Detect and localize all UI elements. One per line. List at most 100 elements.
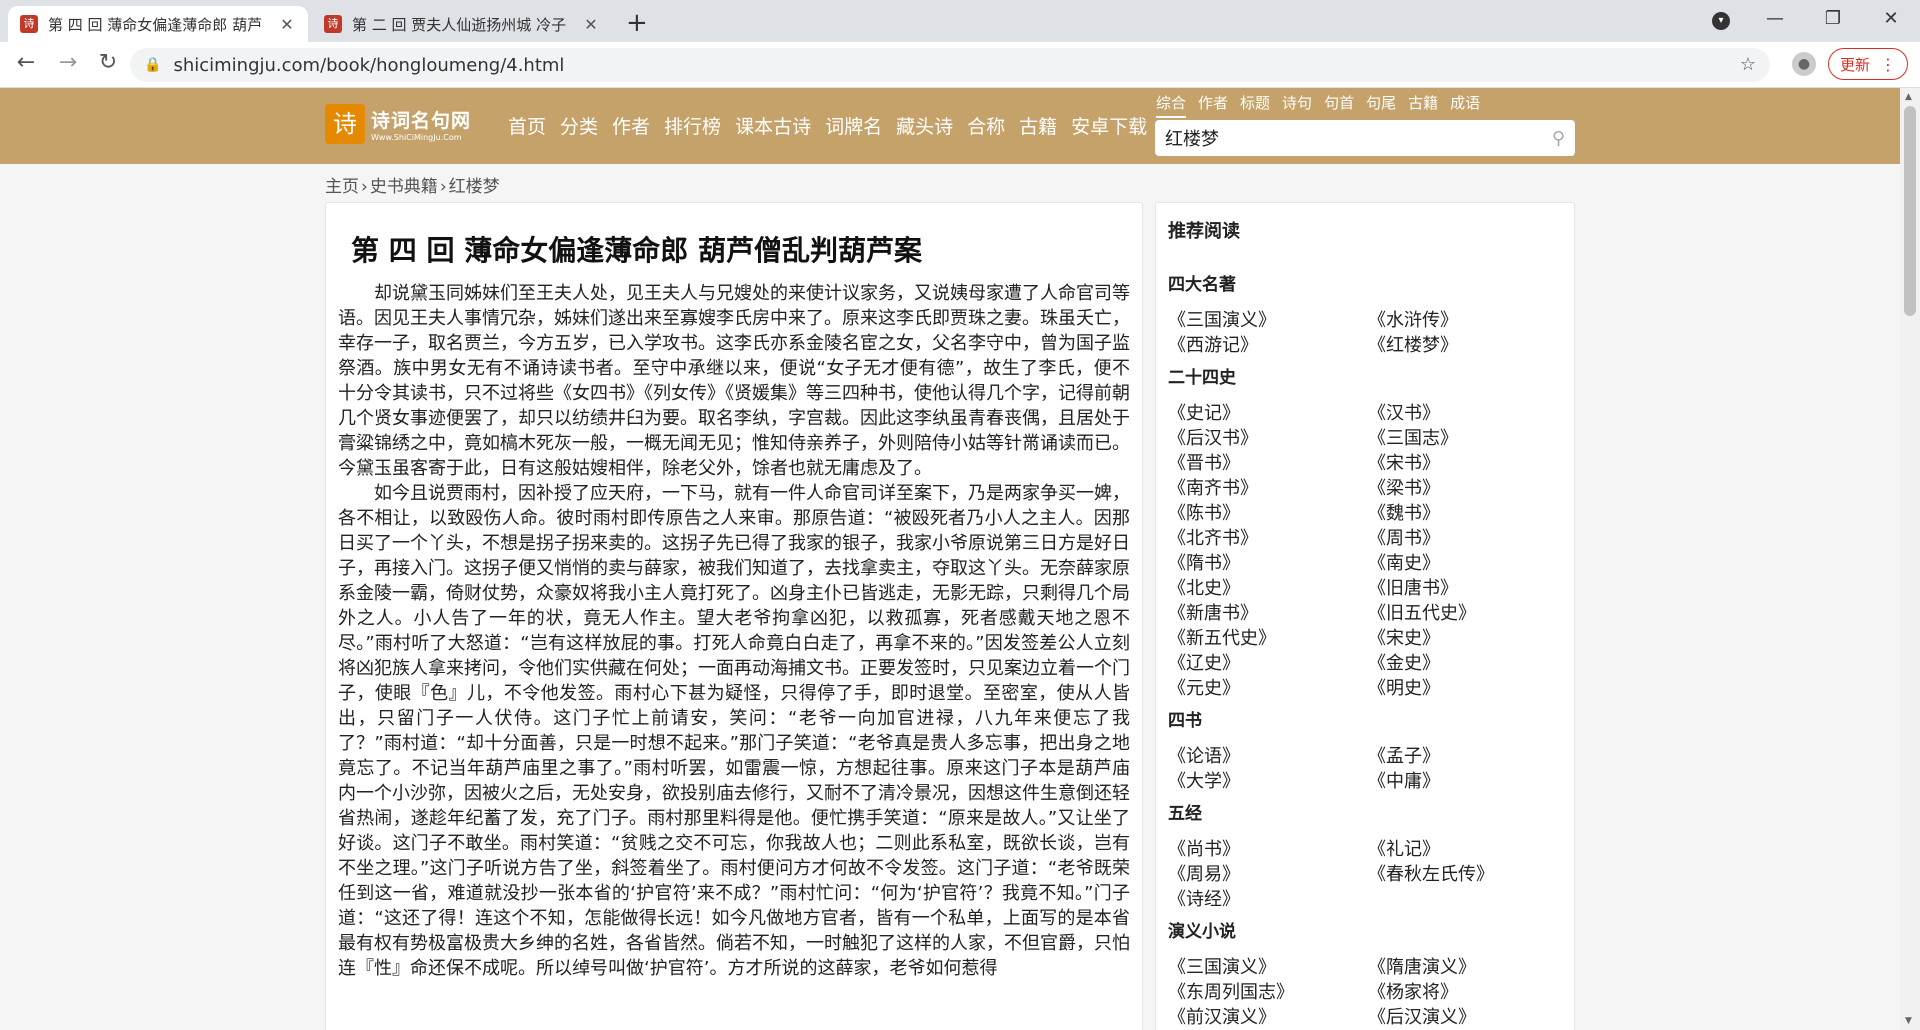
sidebar-book-link[interactable]: 《辽史》 <box>1168 651 1368 676</box>
sidebar-book-link[interactable]: 《金史》 <box>1368 651 1564 676</box>
site-favicon-icon: 诗 <box>324 15 342 33</box>
sidebar-book-link[interactable]: 《礼记》 <box>1368 837 1564 862</box>
sidebar-book-link[interactable]: 《周易》 <box>1168 862 1368 887</box>
sidebar-book-link[interactable]: 《史记》 <box>1168 401 1368 426</box>
sidebar-book-link[interactable]: 《魏书》 <box>1368 501 1564 526</box>
nav-item[interactable]: 藏头诗 <box>896 112 953 139</box>
nav-item[interactable]: 安卓下载 <box>1071 112 1147 139</box>
sidebar-book-link[interactable]: 《旧唐书》 <box>1368 576 1564 601</box>
sidebar-book-link[interactable]: 《南齐书》 <box>1168 476 1368 501</box>
sidebar-book-link[interactable]: 《元史》 <box>1168 676 1368 701</box>
sidebar-book-link[interactable]: 《东周列国志》 <box>1168 980 1368 1005</box>
sidebar-book-link[interactable]: 《后汉演义》 <box>1368 1005 1564 1030</box>
sidebar-book-link[interactable]: 《诗经》 <box>1168 887 1368 912</box>
page-scrollbar[interactable]: ▲ ▼ <box>1900 88 1920 1030</box>
sidebar-book-link[interactable]: 《孟子》 <box>1368 744 1564 769</box>
site-logo[interactable]: 诗 诗词名句网 Www.ShiCiMingJu.Com <box>325 102 493 146</box>
sidebar-book-link[interactable]: 《北齐书》 <box>1168 526 1368 551</box>
search-input[interactable] <box>1165 127 1552 149</box>
search-tab[interactable]: 成语 <box>1450 92 1480 118</box>
sidebar-book-list: 《三国演义》 《水浒传》 《西游记》 《红楼梦》 <box>1168 308 1564 358</box>
browser-tab-inactive[interactable]: 诗 第 二 回 贾夫人仙逝扬州城 冷子 ✕ <box>312 6 612 42</box>
search-icon[interactable]: ⚲ <box>1552 128 1565 149</box>
reload-icon[interactable]: ↻ <box>94 50 122 75</box>
url-text: shicimingju.com/book/hongloumeng/4.html <box>173 54 565 76</box>
breadcrumb-separator: › <box>439 177 447 197</box>
search-tab[interactable]: 综合 <box>1156 92 1187 118</box>
lock-icon[interactable]: 🔒 <box>144 57 161 73</box>
nav-item[interactable]: 首页 <box>508 112 546 139</box>
sidebar-book-link[interactable]: 《宋史》 <box>1368 626 1564 651</box>
sidebar-book-link[interactable]: 《隋书》 <box>1168 551 1368 576</box>
sidebar-book-link[interactable]: 《水浒传》 <box>1368 308 1564 333</box>
nav-item[interactable]: 词牌名 <box>825 112 882 139</box>
nav-item[interactable]: 古籍 <box>1019 112 1057 139</box>
maximize-icon[interactable]: ❐ <box>1818 8 1848 29</box>
tab-search-icon[interactable]: ▾ <box>1712 12 1730 30</box>
sidebar-book-link[interactable]: 《明史》 <box>1368 676 1564 701</box>
site-favicon-icon: 诗 <box>20 15 38 33</box>
address-bar[interactable]: 🔒 shicimingju.com/book/hongloumeng/4.htm… <box>130 48 1770 82</box>
sidebar-book-list: 《尚书》 《礼记》 《周易》 《春秋左氏传》 《诗经》 <box>1168 837 1564 912</box>
sidebar-book-link[interactable]: 《晋书》 <box>1168 451 1368 476</box>
breadcrumb-home[interactable]: 主页 <box>325 177 359 197</box>
sidebar-book-link[interactable]: 《隋唐演义》 <box>1368 955 1564 980</box>
sidebar-book-link[interactable]: 《北史》 <box>1168 576 1368 601</box>
sidebar-book-link[interactable]: 《三国志》 <box>1368 426 1564 451</box>
nav-item[interactable]: 作者 <box>612 112 650 139</box>
sidebar-book-link[interactable]: 《周书》 <box>1368 526 1564 551</box>
breadcrumb-category[interactable]: 史书典籍 <box>370 177 438 197</box>
sidebar-book-link[interactable]: 《中庸》 <box>1368 769 1564 794</box>
tab-title: 第 四 回 薄命女偏逢薄命郎 葫芦 <box>48 15 263 34</box>
scrollbar-thumb[interactable] <box>1904 106 1916 316</box>
search-tab[interactable]: 作者 <box>1198 92 1228 118</box>
back-icon[interactable]: ← <box>12 50 40 75</box>
sidebar-book-link[interactable]: 《汉书》 <box>1368 401 1564 426</box>
forward-icon[interactable]: → <box>54 50 82 75</box>
nav-item[interactable]: 课本古诗 <box>735 112 811 139</box>
logo-text: 诗词名句网 <box>371 110 472 132</box>
close-window-icon[interactable]: ✕ <box>1876 8 1906 29</box>
search-tab[interactable]: 句首 <box>1324 92 1354 118</box>
sidebar-book-link[interactable]: 《三国演义》 <box>1168 955 1368 980</box>
new-tab-button[interactable]: + <box>626 8 648 38</box>
sidebar-book-link[interactable]: 《新五代史》 <box>1168 626 1368 651</box>
search-tab[interactable]: 句尾 <box>1366 92 1396 118</box>
sidebar-book-link[interactable]: 《大学》 <box>1168 769 1368 794</box>
sidebar-book-link[interactable]: 《后汉书》 <box>1168 426 1368 451</box>
sidebar-book-link[interactable]: 《三国演义》 <box>1168 308 1368 333</box>
sidebar-book-link[interactable]: 《春秋左氏传》 <box>1368 862 1564 887</box>
scroll-down-icon[interactable]: ▼ <box>1905 1016 1912 1026</box>
search-tab[interactable]: 标题 <box>1240 92 1270 118</box>
minimize-icon[interactable]: — <box>1760 8 1790 29</box>
tab-close-icon[interactable]: ✕ <box>582 15 600 34</box>
menu-icon[interactable]: ⋮ <box>1880 55 1896 74</box>
sidebar-book-link[interactable]: 《尚书》 <box>1168 837 1368 862</box>
sidebar-section-heading: 五经 <box>1168 804 1202 824</box>
breadcrumb-book[interactable]: 红楼梦 <box>449 177 500 197</box>
sidebar-book-link[interactable]: 《西游记》 <box>1168 333 1368 358</box>
profile-avatar-icon[interactable]: ● <box>1792 52 1816 76</box>
sidebar-book-link[interactable]: 《宋书》 <box>1368 451 1564 476</box>
browser-tab-active[interactable]: 诗 第 四 回 薄命女偏逢薄命郎 葫芦 ✕ <box>8 6 308 42</box>
sidebar-book-link[interactable]: 《论语》 <box>1168 744 1368 769</box>
nav-item[interactable]: 排行榜 <box>664 112 721 139</box>
sidebar-book-link[interactable]: 《旧五代史》 <box>1368 601 1564 626</box>
sidebar-book-link[interactable]: 《陈书》 <box>1168 501 1368 526</box>
update-button[interactable]: 更新 ⋮ <box>1828 48 1908 80</box>
sidebar-book-link[interactable]: 《红楼梦》 <box>1368 333 1564 358</box>
sidebar-book-link[interactable]: 《新唐书》 <box>1168 601 1368 626</box>
search-tab[interactable]: 诗句 <box>1282 92 1312 118</box>
search-tab[interactable]: 古籍 <box>1408 92 1438 118</box>
bookmark-star-icon[interactable]: ☆ <box>1740 54 1756 75</box>
scroll-up-icon[interactable]: ▲ <box>1905 92 1912 102</box>
nav-item[interactable]: 合称 <box>967 112 1005 139</box>
sidebar-book-link[interactable]: 《前汉演义》 <box>1168 1005 1368 1030</box>
search-category-tabs: 综合 作者 标题 诗句 句首 句尾 古籍 成语 <box>1156 92 1492 118</box>
sidebar-book-link[interactable]: 《杨家将》 <box>1368 980 1564 1005</box>
sidebar-book-link[interactable]: 《南史》 <box>1368 551 1564 576</box>
sidebar-book-link[interactable]: 《梁书》 <box>1368 476 1564 501</box>
nav-item[interactable]: 分类 <box>560 112 598 139</box>
tab-close-icon[interactable]: ✕ <box>278 15 296 34</box>
search-box[interactable]: ⚲ <box>1155 120 1575 156</box>
